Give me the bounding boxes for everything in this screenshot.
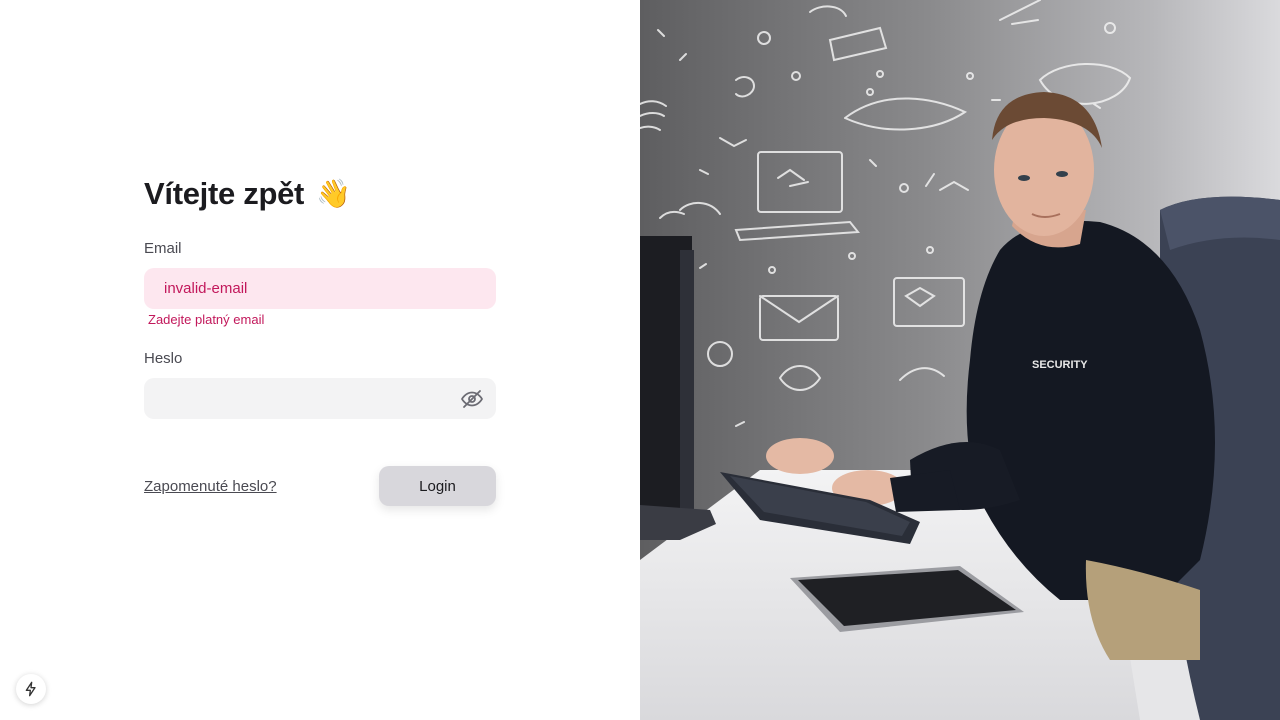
email-label: Email xyxy=(144,240,182,257)
login-form: Vítejte zpět 👋 Email Zadejte platný emai… xyxy=(144,176,496,506)
password-field[interactable] xyxy=(144,378,496,419)
login-button[interactable]: Login xyxy=(379,466,496,506)
title-text: Vítejte zpět xyxy=(144,176,305,211)
eye-off-icon[interactable] xyxy=(460,387,484,411)
login-panel: Vítejte zpět 👋 Email Zadejte platný emai… xyxy=(0,0,640,720)
password-field-wrapper xyxy=(144,378,496,419)
shirt-label: SECURITY xyxy=(1032,359,1088,371)
password-label: Heslo xyxy=(144,350,183,367)
hero-image: SECURITY xyxy=(640,0,1280,720)
forgot-password-link[interactable]: Zapomenuté heslo? xyxy=(144,478,277,495)
page-title: Vítejte zpět 👋 xyxy=(144,176,496,212)
lightning-icon[interactable] xyxy=(16,674,46,704)
waving-hand-icon: 👋 xyxy=(316,178,351,209)
email-field[interactable] xyxy=(144,268,496,309)
email-error-message: Zadejte platný email xyxy=(148,312,265,327)
